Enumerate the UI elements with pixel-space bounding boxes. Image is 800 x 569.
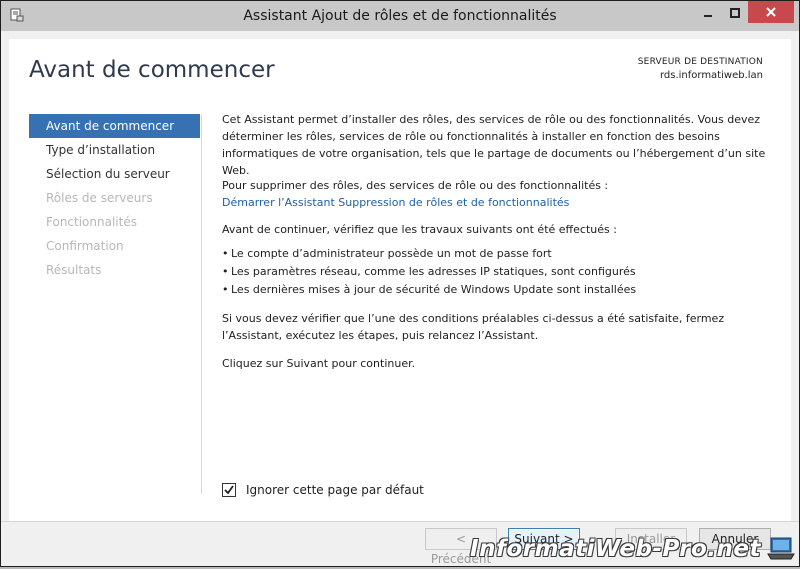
title-bar[interactable]: Assistant Ajout de rôles et de fonctionn…	[1, 1, 799, 31]
page-title: Avant de commencer	[29, 57, 275, 83]
watermark-logo: InformatiWeb-Pro.net	[470, 536, 761, 562]
close-button[interactable]	[748, 1, 794, 23]
maximize-icon	[729, 3, 740, 22]
bullet-icon: •	[222, 283, 229, 296]
window-title: Assistant Ajout de rôles et de fonctionn…	[243, 8, 557, 24]
list-item: • Les paramètres réseau, comme les adress…	[222, 265, 636, 278]
wizard-window: Assistant Ajout de rôles et de fonctionn…	[0, 0, 800, 567]
list-item: • Le compte d’administrateur possède un m…	[222, 247, 552, 260]
wizard-steps-nav: Avant de commencer Type d’installation S…	[29, 114, 200, 282]
intro-text: Cet Assistant permet d’installer des rôl…	[222, 113, 766, 177]
skip-page-label: Ignorer cette page par défaut	[246, 483, 424, 497]
nav-divider	[201, 114, 202, 494]
nav-item-server-selection[interactable]: Sélection du serveur	[29, 162, 200, 186]
wizard-body: Avant de commencer SERVEUR DE DESTINATIO…	[9, 39, 791, 521]
conditions-text: Si vous devez vérifier que l’une des con…	[222, 312, 725, 342]
verify-text: Avant de continuer, vérifiez que les tra…	[222, 223, 617, 236]
footer-divider	[1, 521, 799, 522]
remove-section: Pour supprimer des rôles, des services d…	[222, 177, 608, 211]
maximize-button[interactable]	[721, 1, 748, 23]
nav-item-confirmation: Confirmation	[46, 239, 124, 253]
minimize-button[interactable]	[694, 1, 721, 23]
continue-text: Cliquez sur Suivant pour continuer.	[222, 357, 416, 370]
nav-item-server-roles: Rôles de serveurs	[46, 191, 153, 205]
skip-page-checkbox[interactable]	[222, 483, 236, 497]
bullet-icon: •	[222, 247, 229, 260]
nav-item-before-you-begin[interactable]: Avant de commencer	[29, 114, 200, 138]
minimize-icon	[703, 3, 713, 22]
remove-roles-wizard-link[interactable]: Démarrer l’Assistant Suppression de rôle…	[222, 194, 608, 211]
destination-server-label: SERVEUR DE DESTINATION	[637, 57, 763, 67]
prerequisites-list: • Le compte d’administrateur possède un m…	[222, 245, 636, 299]
remove-text: Pour supprimer des rôles, des services d…	[222, 179, 609, 192]
close-icon	[765, 3, 777, 22]
list-item: • Les dernières mises à jour de sécurité …	[222, 283, 637, 296]
skip-page-option[interactable]: Ignorer cette page par défaut	[222, 483, 424, 497]
nav-item-features: Fonctionnalités	[46, 215, 137, 229]
nav-item-results: Résultats	[46, 263, 102, 277]
nav-item-installation-type[interactable]: Type d’installation	[29, 138, 200, 162]
destination-server-name: rds.informatiweb.lan	[659, 70, 763, 81]
laptop-icon	[767, 536, 795, 562]
bullet-icon: •	[222, 265, 229, 278]
